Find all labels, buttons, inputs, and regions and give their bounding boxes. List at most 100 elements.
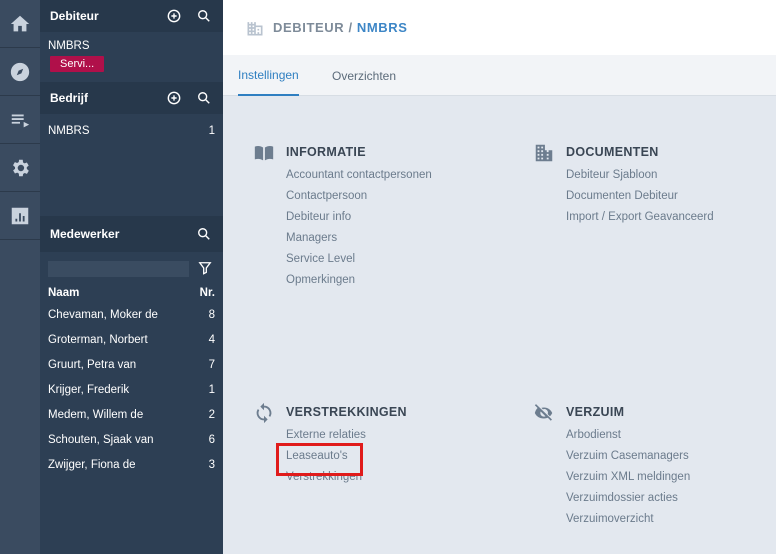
bedrijf-header: Bedrijf bbox=[40, 82, 223, 114]
employee-name: Groterman, Norbert bbox=[48, 333, 148, 346]
medewerker-title: Medewerker bbox=[50, 227, 120, 241]
section-verstrekkingen: VERSTREKKINGEN Externe relaties Leaseaut… bbox=[256, 402, 407, 488]
search-debiteur-button[interactable] bbox=[195, 7, 213, 25]
compass-nav[interactable] bbox=[0, 48, 40, 96]
medewerker-header: Medewerker bbox=[40, 216, 223, 252]
add-debiteur-button[interactable] bbox=[165, 7, 183, 25]
employee-name: Chevaman, Moker de bbox=[48, 308, 158, 321]
list-item[interactable]: Krijger, Frederik 1 bbox=[40, 377, 223, 402]
tab-bar: Instellingen Overzichten bbox=[223, 55, 776, 96]
list-item[interactable]: Medem, Willem de 2 bbox=[40, 402, 223, 427]
link-managers[interactable]: Managers bbox=[286, 228, 432, 249]
link-list: Arbodienst Verzuim Casemanagers Verzuim … bbox=[566, 425, 690, 530]
list-item[interactable]: Gruurt, Petra van 7 bbox=[40, 352, 223, 377]
page-header: DEBITEUR / NMBRS bbox=[223, 0, 776, 55]
search-bedrijf-button[interactable] bbox=[195, 89, 213, 107]
list-item[interactable]: Schouten, Sjaak van 6 bbox=[40, 427, 223, 452]
section-verzuim: VERZUIM Arbodienst Verzuim Casemanagers … bbox=[534, 402, 690, 530]
employee-nr: 6 bbox=[208, 433, 215, 446]
bedrijf-item-label: NMBRS bbox=[48, 125, 90, 137]
link-contactpersoon[interactable]: Contactpersoon bbox=[286, 186, 432, 207]
playlist-icon bbox=[11, 114, 30, 127]
add-bedrijf-button[interactable] bbox=[165, 89, 183, 107]
employee-name: Gruurt, Petra van bbox=[48, 358, 137, 371]
breadcrumb-current: NMBRS bbox=[356, 20, 408, 35]
settings-nav[interactable] bbox=[0, 144, 40, 192]
link-opmerkingen[interactable]: Opmerkingen bbox=[286, 270, 432, 291]
link-verzuim-casemanagers[interactable]: Verzuim Casemanagers bbox=[566, 446, 690, 467]
home-icon bbox=[10, 15, 30, 31]
column-header-naam[interactable]: Naam bbox=[48, 287, 79, 299]
search-icon bbox=[198, 92, 210, 104]
column-header-nr[interactable]: Nr. bbox=[200, 287, 215, 299]
bedrijf-title: Bedrijf bbox=[50, 91, 89, 105]
list-item[interactable]: Zwijger, Fiona de 3 bbox=[40, 452, 223, 477]
medewerker-filter-bar bbox=[48, 258, 216, 280]
section-heading: INFORMATIE bbox=[286, 145, 366, 159]
debiteur-item[interactable]: NMBRS bbox=[40, 32, 223, 52]
filter-icon bbox=[198, 262, 212, 275]
icon-rail bbox=[0, 0, 40, 554]
link-verzuimoverzicht[interactable]: Verzuimoverzicht bbox=[566, 509, 690, 530]
link-arbodienst[interactable]: Arbodienst bbox=[566, 425, 690, 446]
search-icon bbox=[198, 228, 210, 240]
tab-label: Overzichten bbox=[332, 68, 397, 83]
medewerker-filter-input[interactable] bbox=[48, 261, 189, 277]
tab-instellingen[interactable]: Instellingen bbox=[238, 55, 299, 96]
section-title: VERSTREKKINGEN bbox=[256, 402, 407, 424]
gear-icon bbox=[13, 159, 29, 176]
link-verzuim-xml-meldingen[interactable]: Verzuim XML meldingen bbox=[566, 467, 690, 488]
employee-name: Schouten, Sjaak van bbox=[48, 433, 154, 446]
employee-nr: 8 bbox=[208, 308, 215, 321]
list-item[interactable]: Chevaman, Moker de 8 bbox=[40, 302, 223, 327]
bedrijf-item-num: 1 bbox=[208, 125, 215, 137]
section-title: DOCUMENTEN bbox=[535, 142, 714, 162]
link-import-export-geavanceerd[interactable]: Import / Export Geavanceerd bbox=[566, 207, 714, 228]
section-heading: DOCUMENTEN bbox=[566, 145, 659, 159]
breadcrumb-root[interactable]: DEBITEUR bbox=[273, 20, 344, 35]
employee-nr: 7 bbox=[208, 358, 215, 371]
employee-name: Medem, Willem de bbox=[48, 408, 144, 421]
filter-button[interactable] bbox=[198, 261, 214, 277]
link-debiteur-sjabloon[interactable]: Debiteur Sjabloon bbox=[566, 165, 714, 186]
employee-nr: 4 bbox=[208, 333, 215, 346]
search-medewerker-button[interactable] bbox=[195, 225, 213, 243]
eye-off-icon bbox=[534, 404, 553, 421]
search-icon bbox=[198, 10, 210, 22]
bedrijf-item[interactable]: NMBRS 1 bbox=[40, 120, 223, 142]
section-documenten: DOCUMENTEN Debiteur Sjabloon Documenten … bbox=[535, 142, 714, 228]
book-icon bbox=[254, 145, 274, 161]
link-service-level[interactable]: Service Level bbox=[286, 249, 432, 270]
link-documenten-debiteur[interactable]: Documenten Debiteur bbox=[566, 186, 714, 207]
link-verzuimdossier-acties[interactable]: Verzuimdossier acties bbox=[566, 488, 690, 509]
debiteur-title: Debiteur bbox=[50, 9, 99, 23]
sidebar: Debiteur NMBRS Servi... Bedrijf NMBRS 1 … bbox=[40, 0, 223, 554]
employee-name: Krijger, Frederik bbox=[48, 383, 130, 396]
service-badge[interactable]: Servi... bbox=[50, 56, 105, 72]
debiteur-header: Debiteur bbox=[40, 0, 223, 32]
list-item[interactable]: Groterman, Norbert 4 bbox=[40, 327, 223, 352]
sync-icon bbox=[256, 402, 272, 424]
employee-nr: 3 bbox=[208, 458, 215, 471]
link-list: Externe relaties Leaseauto's Verstrekkin… bbox=[276, 425, 407, 488]
link-debiteur-info[interactable]: Debiteur info bbox=[286, 207, 432, 228]
section-title: VERZUIM bbox=[534, 402, 690, 422]
link-list: Debiteur Sjabloon Documenten Debiteur Im… bbox=[566, 165, 714, 228]
section-informatie: INFORMATIE Accountant contactpersonen Co… bbox=[254, 142, 432, 291]
medewerker-list: Chevaman, Moker de 8 Groterman, Norbert 4 … bbox=[40, 302, 223, 477]
section-heading: VERSTREKKINGEN bbox=[286, 405, 407, 419]
home-nav[interactable] bbox=[0, 0, 40, 48]
playlist-nav[interactable] bbox=[0, 96, 40, 144]
compass-icon bbox=[10, 62, 30, 81]
reports-nav[interactable] bbox=[0, 192, 40, 240]
employee-nr: 2 bbox=[208, 408, 215, 421]
building-icon bbox=[247, 21, 263, 35]
tab-overzichten[interactable]: Overzichten bbox=[332, 55, 396, 96]
link-leaseautos[interactable]: Leaseauto's bbox=[276, 443, 407, 476]
employee-name: Zwijger, Fiona de bbox=[48, 458, 136, 471]
employee-nr: 1 bbox=[208, 383, 215, 396]
debiteur-item-label: NMBRS bbox=[48, 40, 90, 52]
link-accountant-contactpersonen[interactable]: Accountant contactpersonen bbox=[286, 165, 432, 186]
bar-chart-icon bbox=[11, 207, 29, 224]
link-list: Accountant contactpersonen Contactpersoo… bbox=[286, 165, 432, 291]
